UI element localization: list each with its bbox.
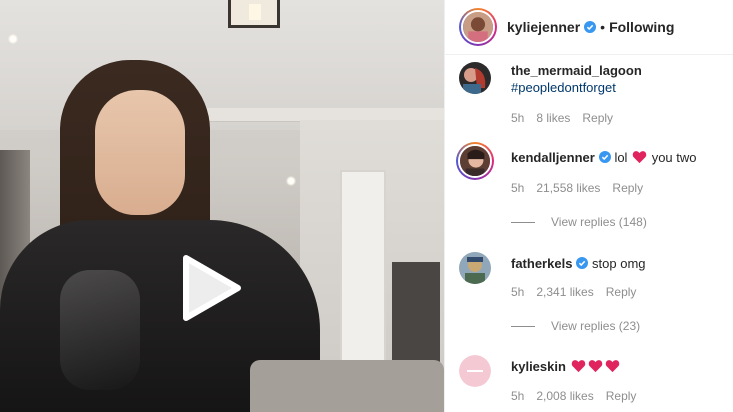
post-header: kyliejenner • Following	[445, 0, 733, 55]
play-icon[interactable]	[172, 252, 244, 324]
comment-likes[interactable]: 2,341 likes	[536, 285, 593, 299]
comment-likes[interactable]: 21,558 likes	[536, 181, 600, 195]
comment-text: you two	[651, 150, 697, 165]
view-replies-button[interactable]: View replies (23)	[511, 319, 640, 333]
avatar-photo	[460, 146, 490, 176]
comment-avatar[interactable]	[459, 62, 491, 94]
comment-meta: 5h 21,558 likes Reply	[511, 181, 643, 195]
view-replies-label: View replies (23)	[551, 319, 641, 333]
video-player[interactable]	[0, 0, 444, 412]
comment-text: stop omg	[592, 256, 646, 271]
reply-button[interactable]: Reply	[582, 111, 613, 125]
comment-meta: 5h 2,008 likes Reply	[511, 389, 636, 403]
comment-time: 5h	[511, 111, 525, 125]
kylieskin-logo-avatar	[459, 355, 491, 387]
red-heart-emoji	[571, 360, 585, 373]
view-replies-label: View replies (148)	[551, 215, 647, 229]
comment-text: lol	[614, 150, 628, 165]
comment-avatar[interactable]	[459, 355, 491, 387]
comment-username[interactable]: the_mermaid_lagoon	[511, 63, 642, 78]
comment-username[interactable]: kendalljenner	[511, 150, 595, 165]
comment-meta: 5h 8 likes Reply	[511, 111, 613, 125]
hashtag-link[interactable]: #peopledontforget	[511, 80, 616, 95]
profile-avatar[interactable]	[459, 8, 497, 46]
separator-dot: •	[600, 19, 606, 35]
verified-badge-icon	[584, 21, 597, 33]
post-author-username[interactable]: kyliejenner	[507, 19, 580, 35]
comments-panel: kyliejenner • Following the_mermaid_lago…	[444, 0, 733, 412]
avatar-photo	[463, 12, 493, 42]
verified-badge-icon	[576, 257, 589, 269]
replies-divider-line	[511, 325, 535, 327]
red-heart-emoji	[588, 360, 602, 373]
comment-username[interactable]: kylieskin	[511, 359, 566, 374]
comment-avatar[interactable]	[459, 252, 491, 284]
ceiling-light	[8, 34, 18, 44]
comment-username[interactable]: fatherkels	[511, 256, 572, 271]
comment-likes[interactable]: 8 likes	[536, 111, 570, 125]
red-heart-emoji	[632, 151, 647, 164]
verified-badge-icon	[598, 151, 611, 163]
comment-meta: 5h 2,341 likes Reply	[511, 285, 636, 299]
pendant-lamp	[228, 0, 280, 28]
comment-time: 5h	[511, 181, 525, 195]
comment-likes[interactable]: 2,008 likes	[536, 389, 593, 403]
comment-avatar[interactable]	[456, 142, 494, 180]
reply-button[interactable]: Reply	[612, 181, 643, 195]
reply-button[interactable]: Reply	[606, 285, 637, 299]
avatar-photo	[459, 252, 491, 284]
avatar-photo	[459, 62, 491, 94]
following-button[interactable]: Following	[609, 19, 674, 35]
comment-time: 5h	[511, 389, 525, 403]
reply-button[interactable]: Reply	[606, 389, 637, 403]
jacket-highlight	[60, 270, 140, 390]
sofa	[250, 360, 444, 412]
view-replies-button[interactable]: View replies (148)	[511, 215, 647, 229]
replies-divider-line	[511, 221, 535, 223]
ceiling-light	[286, 176, 296, 186]
comment-time: 5h	[511, 285, 525, 299]
person-face	[95, 90, 185, 215]
red-heart-emoji	[605, 360, 619, 373]
